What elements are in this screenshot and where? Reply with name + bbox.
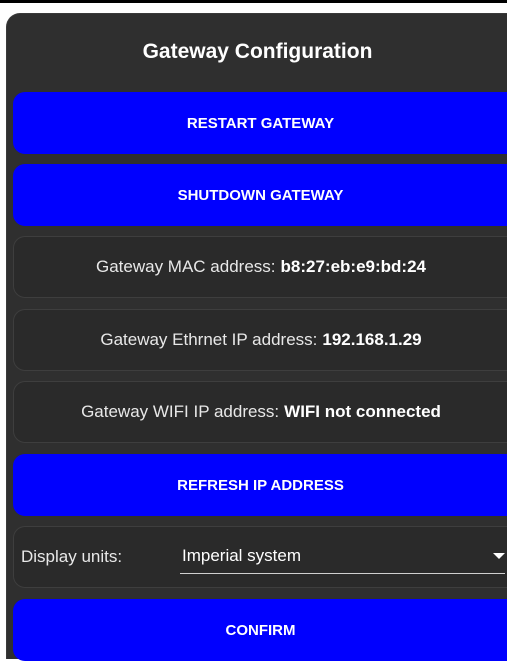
- shutdown-gateway-button[interactable]: SHUTDOWN GATEWAY: [13, 164, 507, 226]
- mac-address-row: Gateway MAC address: b8:27:eb:e9:bd:24: [13, 236, 507, 298]
- display-units-label: Display units:: [21, 547, 123, 566]
- wifi-ip-label: Gateway WIFI IP address:: [81, 402, 280, 421]
- page-title: Gateway Configuration: [142, 40, 373, 63]
- restart-gateway-button[interactable]: RESTART GATEWAY: [13, 92, 507, 154]
- restart-gateway-label: RESTART GATEWAY: [186, 114, 335, 132]
- gateway-config-panel: Gateway Configuration RESTART GATEWAY SH…: [6, 13, 507, 661]
- top-divider: [0, 0, 507, 3]
- ethernet-ip-label: Gateway Ethrnet IP address:: [100, 330, 318, 349]
- mac-address-value: b8:27:eb:e9:bd:24: [280, 257, 426, 276]
- shutdown-gateway-label: SHUTDOWN GATEWAY: [177, 186, 344, 204]
- confirm-label: CONFIRM: [225, 621, 296, 639]
- mac-address-label: Gateway MAC address:: [96, 257, 276, 276]
- confirm-button[interactable]: CONFIRM: [13, 599, 507, 661]
- display-units-select[interactable]: Imperial system: [180, 539, 505, 574]
- display-units-selected-value: Imperial system: [182, 546, 302, 565]
- refresh-ip-button[interactable]: REFRESH IP ADDRESS: [13, 454, 507, 516]
- ethernet-ip-row: Gateway Ethrnet IP address: 192.168.1.29: [13, 309, 507, 371]
- ethernet-ip-value: 192.168.1.29: [322, 330, 422, 349]
- refresh-ip-label: REFRESH IP ADDRESS: [177, 476, 344, 494]
- display-units-row: Display units: Imperial system: [13, 526, 507, 588]
- wifi-ip-value: WIFI not connected: [284, 402, 441, 421]
- wifi-ip-row: Gateway WIFI IP address: WIFI not connec…: [13, 381, 507, 443]
- chevron-down-icon: [493, 553, 505, 559]
